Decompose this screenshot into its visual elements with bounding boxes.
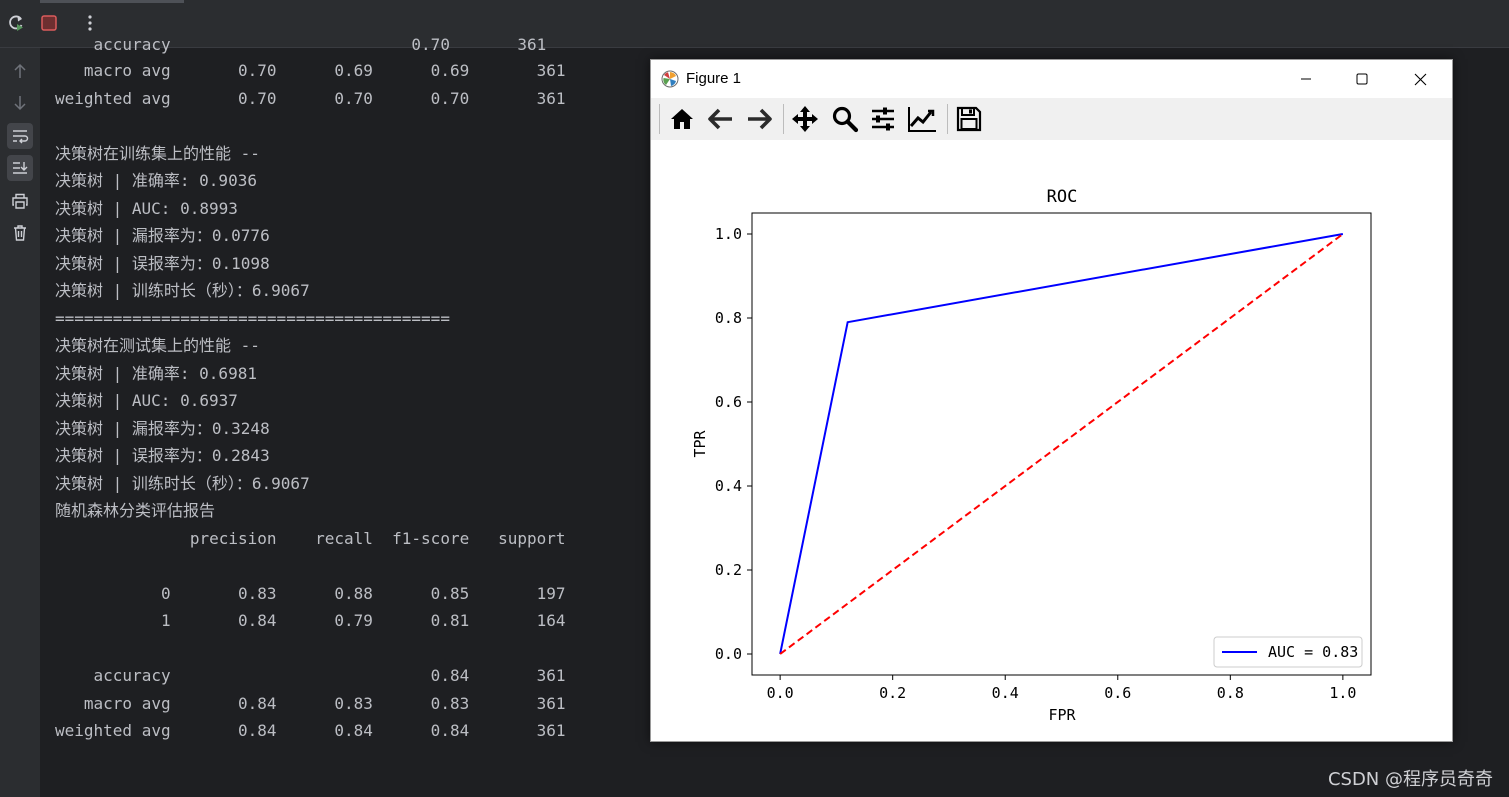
console-line: 决策树 | 误报率为：0.1098 [55,254,270,273]
x-tick-label: 1.0 [1329,684,1356,702]
console-line: 随机森林分类评估报告 [55,501,216,520]
console-line: 决策树在测试集上的性能 -- [55,336,260,355]
console-sidebar [0,48,40,797]
matplotlib-logo-icon [661,70,679,92]
figure-titlebar[interactable]: Figure 1 [651,60,1452,98]
console-line: 决策树 | AUC: 0.6937 [55,391,238,410]
console-line: 决策树 | 准确率: 0.9036 [55,171,257,190]
y-tick-label: 0.2 [715,561,742,579]
trash-icon[interactable] [7,220,33,246]
console-output[interactable]: accuracy 0.70 361 macro avg 0.70 0.69 0.… [55,30,635,797]
save-icon[interactable] [954,104,984,134]
soft-wrap-icon[interactable] [7,123,33,149]
console-line: weighted avg 0.70 0.70 0.70 361 [55,89,566,108]
roc-chart: ROC 0.0 0.2 0.4 0.6 0.8 1.0 0.0 0.2 0.4 0.6 0.8 1.0… [651,140,1452,741]
console-line: 0 0.83 0.88 0.85 197 [55,584,566,603]
console-line: 决策树 | 训练时长（秒）：6.9067 [55,281,310,300]
chart-title: ROC [1047,187,1078,207]
arrow-down-icon[interactable] [7,90,33,116]
console-line: macro avg 0.70 0.69 0.69 361 [55,61,566,80]
scroll-to-end-icon[interactable] [7,155,33,181]
y-tick-label: 1.0 [715,225,742,243]
legend: AUC = 0.83 [1213,636,1363,668]
y-tick-label: 0.6 [715,393,742,411]
console-line: precision recall f1-score support [55,529,566,548]
console-line: weighted avg 0.84 0.84 0.84 361 [55,721,566,740]
forward-icon[interactable] [744,104,774,134]
pan-icon[interactable] [790,104,820,134]
home-icon[interactable] [667,104,697,134]
console-line: 决策树 | 漏报率为：0.3248 [55,419,270,438]
figure-window[interactable]: Figure 1 ROC 0.0 0.2 0.4 0.6 0.8 1.0 0.0… [650,59,1453,742]
console-line: 决策树 | 误报率为：0.2843 [55,446,270,465]
maximize-icon[interactable] [1333,60,1391,98]
back-icon[interactable] [706,104,736,134]
console-line: macro avg 0.84 0.83 0.83 361 [55,694,566,713]
x-tick-label: 0.2 [879,684,906,702]
console-line: 决策树 | 漏报率为：0.0776 [55,226,270,245]
console-line: 决策树 | AUC: 0.8993 [55,199,238,218]
rerun-icon[interactable] [5,12,27,34]
console-line: ========================================… [55,309,450,328]
console-line: accuracy 0.70 361 [55,35,547,54]
zoom-icon[interactable] [830,104,860,134]
console-line: 决策树 | 训练时长（秒）：6.9067 [55,474,310,493]
figure-title: Figure 1 [686,70,742,87]
toolbar-separator [659,104,660,134]
y-tick-label: 0.4 [715,477,742,495]
x-tick-label: 0.4 [992,684,1019,702]
legend-label: AUC = 0.83 [1268,643,1358,661]
minimize-icon[interactable] [1277,60,1335,98]
console-line: 决策树 | 准确率: 0.6981 [55,364,257,383]
configure-subplots-icon[interactable] [868,104,898,134]
print-icon[interactable] [7,188,33,214]
x-axis-label: FPR [1048,706,1076,724]
tab-indicator [40,0,184,3]
x-tick-label: 0.0 [767,684,794,702]
console-line: 决策树在训练集上的性能 -- [55,144,260,163]
console-line: accuracy 0.84 361 [55,666,566,685]
y-tick-label: 0.0 [715,645,742,663]
close-icon[interactable] [1391,60,1449,98]
edit-axis-icon[interactable] [907,104,937,134]
x-tick-label: 0.6 [1104,684,1131,702]
watermark-text: CSDN @程序员奇奇 [1327,769,1493,790]
y-axis-label: TPR [691,429,709,457]
toolbar-separator [947,104,948,134]
arrow-up-icon[interactable] [7,58,33,84]
toolbar-separator [783,104,784,134]
y-tick-label: 0.8 [715,309,742,327]
figure-toolbar [651,98,1452,141]
x-tick-label: 0.8 [1217,684,1244,702]
console-line: 1 0.84 0.79 0.81 164 [55,611,566,630]
